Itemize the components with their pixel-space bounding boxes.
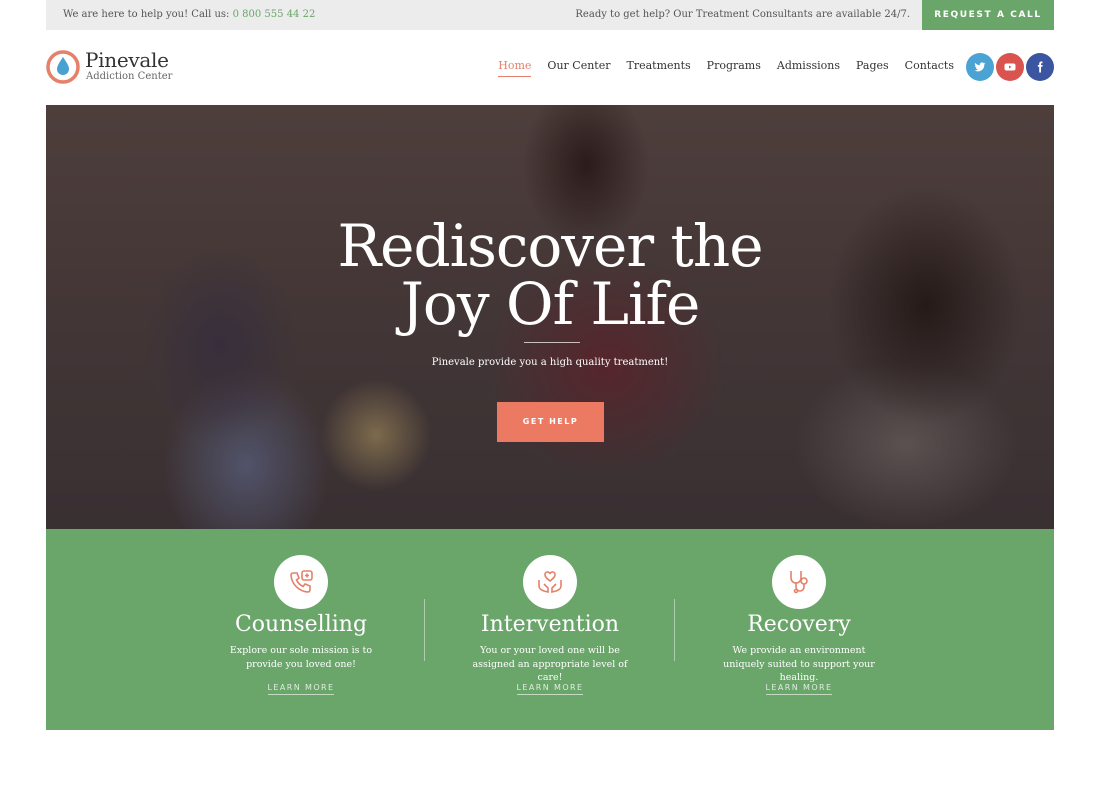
- hero-subtitle: Pinevale provide you a high quality trea…: [431, 357, 669, 368]
- facebook-icon[interactable]: [1026, 53, 1054, 81]
- feature-title: Intervention: [480, 612, 620, 637]
- twitter-icon[interactable]: [966, 53, 994, 81]
- top-bar: We are here to help you! Call us: 0 800 …: [46, 0, 1054, 30]
- learn-more-label[interactable]: LEARN MORE: [267, 683, 335, 695]
- nav-treatments[interactable]: Treatments: [626, 59, 690, 73]
- logo-subtitle: Addiction Center: [86, 71, 173, 82]
- nav-contacts[interactable]: Contacts: [905, 59, 954, 73]
- learn-more-label[interactable]: LEARN MORE: [765, 683, 833, 695]
- hero-banner: Rediscover the Joy Of Life Pinevale prov…: [46, 105, 1054, 529]
- feature-text: Explore our sole mission is to provide y…: [229, 645, 373, 670]
- learn-more-label[interactable]: LEARN MORE: [516, 683, 584, 695]
- feature-text: We provide an environment uniquely suite…: [723, 645, 875, 683]
- feature-text: You or your loved one will be assigned a…: [472, 645, 628, 683]
- phone-plus-icon: [274, 555, 328, 609]
- hands-heart-icon: [523, 555, 577, 609]
- logo-icon[interactable]: [46, 50, 80, 84]
- feature-intervention: Intervention You or your loved one will …: [425, 529, 675, 730]
- feature-title: Recovery: [747, 612, 851, 637]
- request-call-button[interactable]: REQUEST A CALL: [922, 0, 1054, 30]
- youtube-icon[interactable]: [996, 53, 1024, 81]
- get-help-button[interactable]: GET HELP: [497, 402, 604, 442]
- site-header: Pinevale Addiction Center Home Our Cente…: [46, 30, 1054, 105]
- availability-text: Ready to get help? Our Treatment Consult…: [575, 9, 910, 20]
- feature-counselling: Counselling Explore our sole mission is …: [176, 529, 426, 730]
- nav-programs[interactable]: Programs: [707, 59, 761, 73]
- nav-admissions[interactable]: Admissions: [777, 59, 840, 73]
- help-text: We are here to help you! Call us: 0 800 …: [63, 0, 315, 30]
- learn-more-link[interactable]: LEARN MORE: [674, 683, 924, 695]
- hero-title-line-2: Joy Of Life: [400, 270, 701, 338]
- feature-title: Counselling: [234, 612, 368, 637]
- phone-link[interactable]: 0 800 555 44 22: [233, 9, 316, 20]
- help-label: We are here to help you! Call us:: [63, 9, 230, 20]
- hero-title-line-1: Rediscover the: [337, 212, 763, 280]
- stethoscope-icon: [772, 555, 826, 609]
- learn-more-link[interactable]: LEARN MORE: [176, 683, 426, 695]
- main-nav: Home Our Center Treatments Programs Admi…: [482, 59, 954, 77]
- nav-our-center[interactable]: Our Center: [547, 59, 610, 73]
- learn-more-link[interactable]: LEARN MORE: [425, 683, 675, 695]
- hero-divider: [524, 342, 580, 343]
- logo-name[interactable]: Pinevale: [85, 49, 169, 71]
- nav-pages[interactable]: Pages: [856, 59, 889, 73]
- features-section: Counselling Explore our sole mission is …: [46, 529, 1054, 730]
- nav-home[interactable]: Home: [498, 59, 532, 77]
- feature-recovery: Recovery We provide an environment uniqu…: [674, 529, 924, 730]
